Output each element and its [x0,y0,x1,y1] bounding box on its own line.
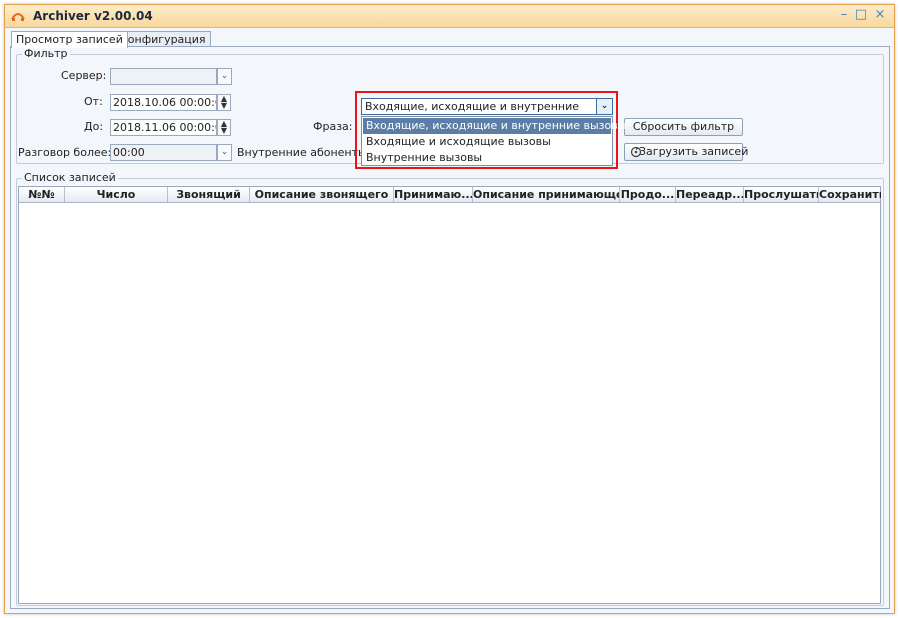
column-header-receiver[interactable]: Принимаю... [394,187,473,202]
to-date-spinner-icon[interactable]: ▲ ▼ [217,119,231,136]
server-label: Сервер: [61,69,107,82]
column-header-caller[interactable]: Звонящий [168,187,250,202]
column-header-number[interactable]: №№ [19,187,65,202]
talk-duration-label: Разговор более: [18,146,112,159]
reset-filter-button[interactable]: Сбросить фильтр [624,118,743,136]
tab-records-view[interactable]: Просмотр записей [11,31,128,48]
tab-configuration[interactable]: Конфигурация [115,31,211,47]
call-type-dropdown-list: Входящие, исходящие и внутренние вызовы … [361,116,626,166]
minimize-button[interactable]: – [837,8,851,22]
app-logo-icon [11,13,25,21]
filter-group-title: Фильтр [22,47,70,60]
from-date-input[interactable]: 2018.10.06 00:00:00 [110,94,217,111]
call-type-option-in-out[interactable]: Входящие и исходящие вызовы [363,134,611,150]
column-header-save[interactable]: Сохранить [819,187,881,202]
records-table[interactable]: №№ Число Звонящий Описание звонящего При… [18,186,881,604]
records-group-title: Список записей [22,171,118,184]
app-window: Archiver v2.00.04 – □ × Просмотр записей… [4,4,895,614]
column-header-date[interactable]: Число [65,187,168,202]
title-bar[interactable]: Archiver v2.00.04 – □ × [5,5,894,28]
close-button[interactable]: × [873,8,887,22]
load-records-button[interactable]: Загрузить записей [624,143,748,161]
internal-subscribers-label: Внутренние абоненты: [237,146,371,159]
records-table-header: №№ Число Звонящий Описание звонящего При… [19,187,881,203]
from-label: От: [84,95,103,108]
talk-duration-select[interactable]: 00:00 [110,144,217,161]
to-label: До: [84,120,104,133]
to-date-input[interactable]: 2018.11.06 00:00:00 [110,119,217,136]
call-type-option-internal[interactable]: Внутренние вызовы [363,150,611,166]
talk-duration-chevron-icon[interactable]: ⌄ [217,144,232,161]
column-header-receiver-description[interactable]: Описание принимающего [473,187,620,202]
column-header-listen[interactable]: Прослушать [744,187,819,202]
maximize-button[interactable]: □ [854,8,868,22]
from-date-spinner-icon[interactable]: ▲ ▼ [217,94,231,111]
server-select[interactable] [110,68,217,85]
call-type-select[interactable]: Входящие, исходящие и внутренние вызовы … [361,98,613,126]
chevron-down-icon[interactable]: ⌄ [596,99,612,114]
window-title: Archiver v2.00.04 [33,9,153,23]
reload-icon [630,146,642,158]
column-header-caller-description[interactable]: Описание звонящего [250,187,394,202]
call-type-option-all[interactable]: Входящие, исходящие и внутренние вызовы [363,118,626,134]
records-view-panel: Фильтр Сервер: ⌄ От: 2018.10.06 00:00:00… [10,46,890,609]
column-header-redirect[interactable]: Переадр... [676,187,744,202]
load-records-label: Загрузить записей [639,145,749,158]
phrase-label: Фраза: [313,120,353,133]
column-header-duration[interactable]: Продо... [620,187,676,202]
server-dropdown-chevron-icon[interactable]: ⌄ [217,68,232,85]
